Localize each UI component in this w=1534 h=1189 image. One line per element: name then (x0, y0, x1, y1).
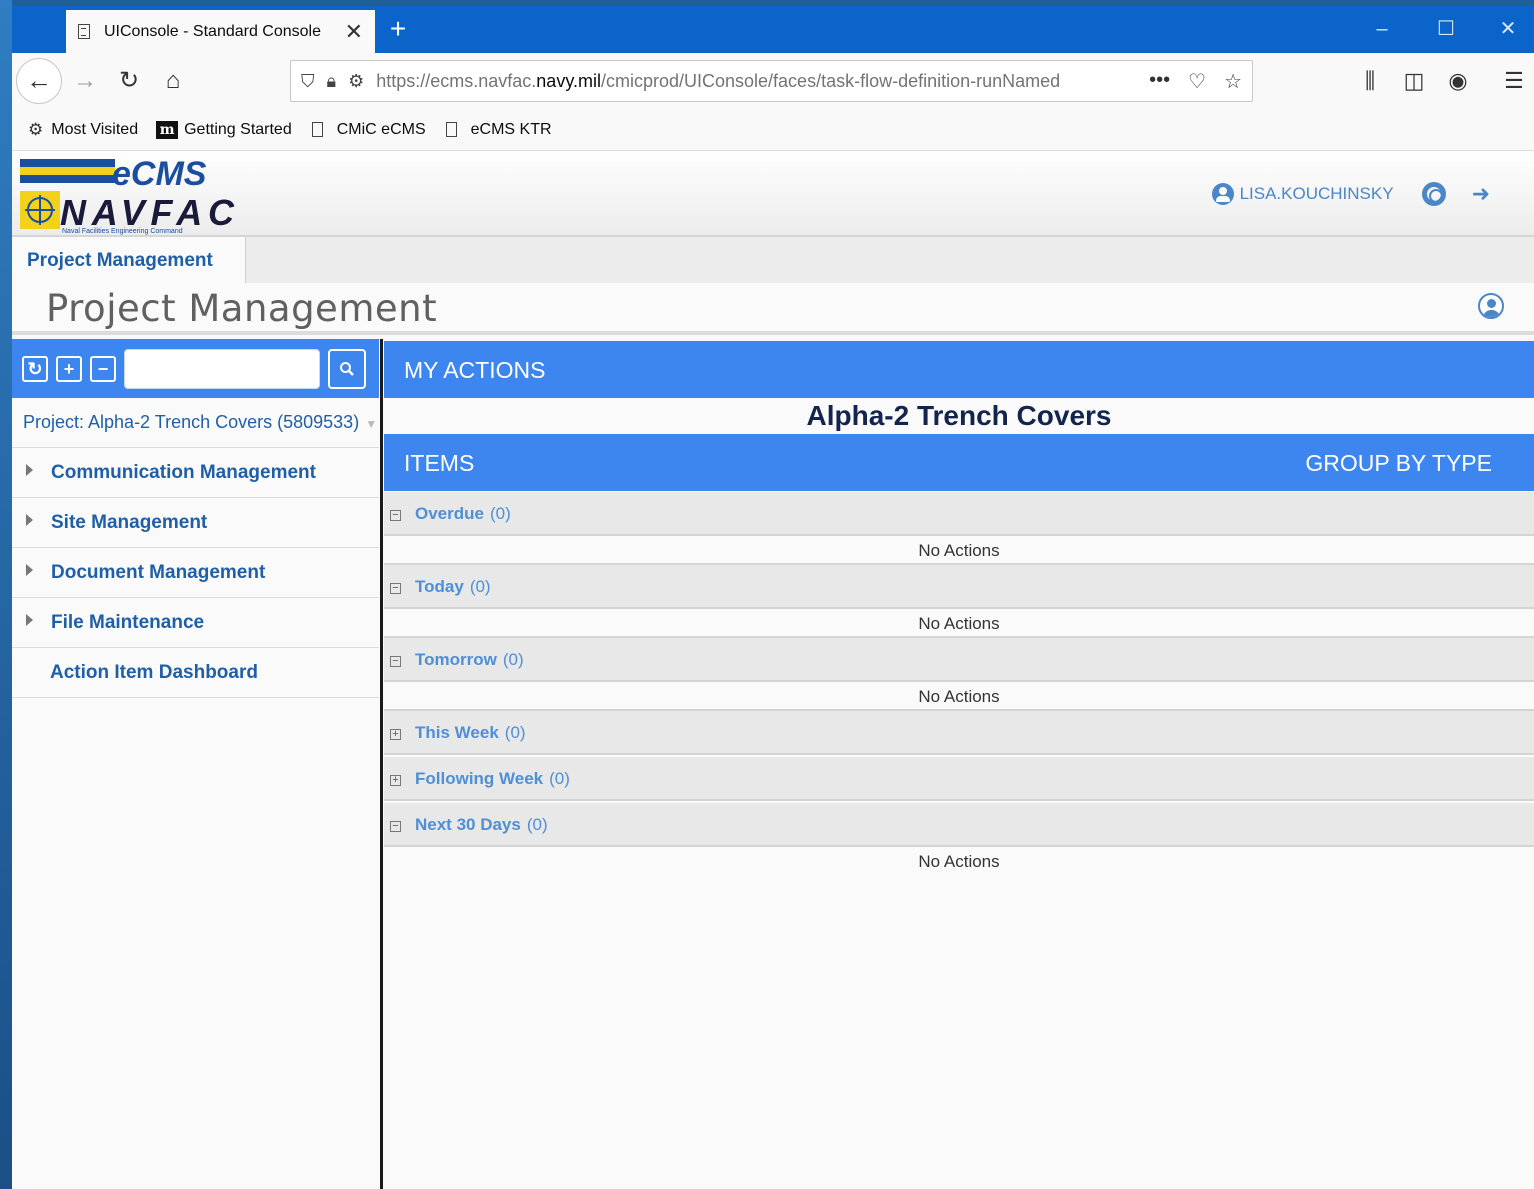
browser-window: UIConsole - Standard Console ✕ + – ☐ ✕ ←… (12, 6, 1534, 1189)
address-bar[interactable]: ⛉ 🔒︎ ⚙ https://ecms.navfac.navy.mil/cmic… (290, 60, 1253, 102)
page-icon (78, 24, 90, 39)
username: LISA.KOUCHINSKY (1239, 184, 1394, 203)
refresh-button[interactable]: ↻ (22, 355, 48, 382)
app-header: eCMS NAVFAC Naval Facilities Engineering… (12, 151, 1534, 237)
svg-text:Naval Facilities Engineering C: Naval Facilities Engineering Command (62, 228, 183, 235)
empty-message: No Actions (384, 536, 1534, 565)
chevron-down-icon: ▼ (365, 417, 378, 431)
home-button[interactable]: ⌂ (158, 65, 188, 97)
bookmark-most-visited[interactable]: ⚙ Most Visited (28, 120, 138, 140)
ecms-navfac-logo: eCMS NAVFAC Naval Facilities Engineering… (20, 155, 235, 235)
m-logo-icon: m (156, 120, 179, 139)
page-icon (445, 122, 457, 137)
permissions-icon[interactable]: ⚙ (348, 71, 364, 92)
collapse-icon[interactable]: − (390, 510, 401, 521)
empty-message: No Actions (384, 682, 1534, 711)
user-menu[interactable]: LISA.KOUCHINSKY (1211, 183, 1394, 205)
desktop-background (0, 0, 12, 1189)
group-by-type-button[interactable]: GROUP BY TYPE (1305, 450, 1492, 477)
account-icon[interactable]: ◉ (1442, 65, 1474, 97)
search-icon (340, 361, 354, 376)
user-area: LISA.KOUCHINSKY ➜ (1211, 181, 1490, 207)
bookmarks-toolbar: ⚙ Most Visited m Getting Started CMiC eC… (12, 109, 1534, 151)
collapse-icon[interactable]: − (390, 583, 401, 594)
gear-icon: ⚙ (28, 119, 44, 139)
navigation-tree-panel: ↻ + − Project: Alpha-2 Trench Covers (58… (12, 339, 379, 1189)
shield-icon[interactable]: ⛉ (301, 71, 315, 92)
my-actions-panel: MY ACTIONS Alpha-2 Trench Covers ITEMS G… (384, 339, 1534, 1189)
url-text[interactable]: https://ecms.navfac.navy.mil/cmicprod/UI… (376, 71, 1149, 92)
tab-project-management[interactable]: Project Management (12, 237, 246, 283)
svg-text:NAVFAC: NAVFAC (60, 192, 235, 233)
bookmark-ecms-ktr[interactable]: eCMS KTR (444, 121, 552, 139)
empty-message: No Actions (384, 847, 1534, 876)
items-label: ITEMS (404, 450, 475, 476)
search-button[interactable] (328, 348, 366, 389)
expand-arrow-icon[interactable] (26, 464, 33, 476)
project-name-heading: Alpha-2 Trench Covers (806, 400, 1112, 431)
page-title-bar: Project Management (12, 283, 1534, 335)
group-today[interactable]: − Today (0) (384, 565, 1534, 609)
back-button[interactable]: ← (16, 58, 62, 104)
user-icon (1211, 183, 1234, 205)
items-header: ITEMS GROUP BY TYPE (384, 434, 1534, 491)
user-profile-icon[interactable] (1478, 293, 1504, 319)
group-tomorrow[interactable]: − Tomorrow (0) (384, 638, 1534, 682)
project-selector[interactable]: Project: Alpha-2 Trench Covers (5809533)… (12, 398, 379, 448)
sidebar-item-site-management[interactable]: Site Management (12, 498, 379, 548)
module-tab-bar: Project Management (12, 237, 1534, 283)
expand-arrow-icon[interactable] (26, 614, 33, 626)
expand-icon[interactable]: + (390, 729, 401, 740)
svg-text:eCMS: eCMS (112, 155, 207, 193)
tab-uiconsole[interactable]: UIConsole - Standard Console ✕ (66, 10, 375, 53)
my-actions-header: MY ACTIONS (384, 341, 1534, 398)
expand-all-button[interactable]: + (56, 355, 82, 382)
library-icon[interactable]: ⫼ (1354, 65, 1386, 97)
forward-button[interactable]: → (70, 65, 100, 97)
expand-arrow-icon[interactable] (26, 514, 33, 526)
group-next-30-days[interactable]: − Next 30 Days (0) (384, 803, 1534, 847)
tree-search-input[interactable] (124, 348, 320, 389)
bookmark-getting-started[interactable]: m Getting Started (156, 120, 292, 139)
empty-message: No Actions (384, 609, 1534, 638)
sidebar-icon[interactable]: ◫ (1398, 65, 1430, 97)
close-icon[interactable]: ✕ (345, 20, 363, 43)
menu-icon[interactable]: ☰ (1498, 65, 1530, 97)
sidebar-item-file-maintenance[interactable]: File Maintenance (12, 598, 379, 648)
bookmark-cmic-ecms[interactable]: CMiC eCMS (310, 121, 426, 139)
lock-icon[interactable]: 🔒︎ (327, 71, 337, 92)
tab-bar: UIConsole - Standard Console ✕ + – ☐ ✕ (12, 6, 1534, 53)
group-overdue[interactable]: − Overdue (0) (384, 492, 1534, 536)
more-icon[interactable]: ••• (1149, 69, 1170, 94)
maximize-button[interactable]: ☐ (1428, 14, 1464, 44)
group-following-week[interactable]: + Following Week (0) (384, 757, 1534, 801)
sidebar-item-document-management[interactable]: Document Management (12, 548, 379, 598)
collapse-all-button[interactable]: − (90, 355, 116, 382)
minimize-button[interactable]: – (1364, 14, 1400, 44)
collapse-icon[interactable]: − (390, 821, 401, 832)
panel-splitter[interactable] (380, 339, 383, 1189)
logout-icon[interactable]: ➜ (1472, 181, 1490, 207)
bookmark-star-icon[interactable]: ☆ (1224, 69, 1242, 94)
group-this-week[interactable]: + This Week (0) (384, 711, 1534, 755)
sidebar-item-action-item-dashboard[interactable]: Action Item Dashboard (12, 648, 379, 698)
sidebar-item-communication-management[interactable]: Communication Management (12, 448, 379, 498)
navigation-toolbar: ← → ↻ ⌂ ⛉ 🔒︎ ⚙ https://ecms.navfac.navy.… (12, 53, 1534, 109)
help-icon[interactable] (1421, 182, 1446, 206)
pocket-icon[interactable]: ♡ (1188, 69, 1206, 94)
page-icon (311, 122, 323, 137)
reload-button[interactable]: ↻ (114, 65, 144, 97)
new-tab-button[interactable]: + (384, 14, 412, 44)
expand-arrow-icon[interactable] (26, 564, 33, 576)
tab-title: UIConsole - Standard Console (104, 22, 322, 40)
close-window-button[interactable]: ✕ (1490, 14, 1526, 44)
tree-toolbar: ↻ + − (12, 339, 379, 398)
collapse-icon[interactable]: − (390, 656, 401, 667)
expand-icon[interactable]: + (390, 775, 401, 786)
project-selector-label: Project: Alpha-2 Trench Covers (5809533) (23, 412, 360, 432)
page-title: Project Management (46, 287, 438, 330)
